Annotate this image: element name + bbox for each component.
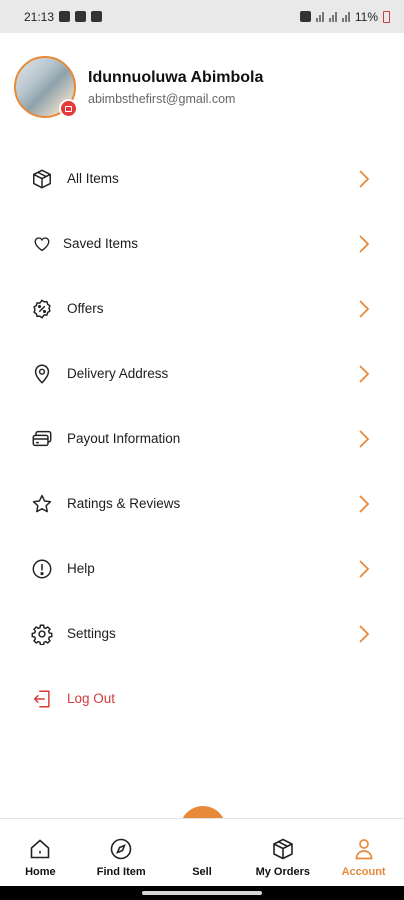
menu-item-label: Help [67, 561, 95, 576]
profile-email: abimbsthefirst@gmail.com [88, 92, 236, 106]
box-icon [30, 167, 54, 191]
nav-sell[interactable]: Sell [162, 819, 243, 888]
menu-item-delivery-address[interactable]: Delivery Address [0, 341, 404, 406]
system-navigation-bar [0, 886, 404, 900]
menu-item-offers[interactable]: Offers [0, 276, 404, 341]
nav-find-item[interactable]: Find Item [81, 819, 162, 888]
gear-icon [30, 622, 54, 646]
star-icon [30, 492, 54, 516]
nav-label: Home [25, 866, 56, 878]
nav-my-orders[interactable]: My Orders [242, 819, 323, 888]
camera-badge-icon[interactable] [59, 99, 78, 118]
nav-label: Sell [192, 866, 212, 878]
menu-item-payout-information[interactable]: Payout Information [0, 406, 404, 471]
home-indicator[interactable] [142, 891, 262, 895]
signal-icon [328, 11, 337, 22]
home-icon [31, 839, 50, 859]
checkbox-icon [91, 11, 103, 22]
status-bar: 21:13 11% [0, 0, 404, 33]
nav-home[interactable]: Home [0, 819, 81, 888]
card-icon [30, 427, 54, 451]
status-right: 11% [299, 9, 390, 24]
battery-icon [383, 10, 390, 23]
logout-icon [30, 687, 54, 711]
menu-item-label: Ratings & Reviews [67, 496, 181, 511]
nav-label: My Orders [255, 866, 310, 878]
chevron-right-icon [359, 494, 370, 513]
bottom-nav: Home Find Item Sell My Orders Account [0, 818, 404, 888]
menu-item-help[interactable]: Help [0, 536, 404, 601]
chevron-right-icon [359, 299, 370, 318]
nav-label: Account [341, 866, 386, 878]
menu-item-label: Saved Items [63, 236, 139, 251]
signal-icon [315, 11, 324, 22]
menu-item-label: Settings [67, 626, 116, 641]
box-icon [272, 838, 293, 860]
profile-info: Idunnuoluwa Abimbola abimbsthefirst@gmai… [88, 68, 263, 106]
signal-icon [341, 11, 350, 22]
menu-item-label: Payout Information [67, 431, 181, 446]
menu-item-label: Offers [67, 301, 104, 316]
logout-button[interactable]: Log Out [0, 666, 404, 731]
menu-item-saved-items[interactable]: Saved Items [0, 211, 404, 276]
alert-circle-icon [30, 557, 54, 581]
menu-item-ratings-reviews[interactable]: Ratings & Reviews [0, 471, 404, 536]
menu-item-label: Delivery Address [67, 366, 169, 381]
profile-header[interactable]: Idunnuoluwa Abimbola abimbsthefirst@gmai… [14, 56, 394, 118]
chevron-right-icon [359, 364, 370, 383]
account-menu: All Items Saved Items Offers Delivery Ad… [0, 146, 404, 731]
notification-icon [75, 11, 87, 22]
compass-icon [110, 838, 132, 860]
menu-item-label: All Items [67, 171, 119, 186]
menu-item-all-items[interactable]: All Items [0, 146, 404, 211]
profile-name: Idunnuoluwa Abimbola [88, 69, 264, 86]
chevron-right-icon [359, 429, 370, 448]
nav-account[interactable]: Account [323, 819, 404, 888]
battery-percent: 11% [354, 9, 378, 24]
gallery-icon [59, 11, 71, 22]
status-left: 21:13 [24, 9, 103, 24]
chevron-right-icon [359, 234, 370, 253]
logout-label: Log Out [67, 691, 116, 706]
avatar[interactable] [14, 56, 78, 118]
chevron-right-icon [359, 169, 370, 188]
status-time: 21:13 [24, 9, 55, 24]
person-icon [355, 839, 372, 860]
chevron-right-icon [359, 624, 370, 643]
heart-icon [30, 232, 54, 256]
nav-label: Find Item [96, 866, 146, 878]
offer-badge-icon [30, 297, 54, 321]
alarm-icon [299, 11, 311, 22]
location-pin-icon [30, 362, 54, 386]
chevron-right-icon [359, 559, 370, 578]
menu-item-settings[interactable]: Settings [0, 601, 404, 666]
